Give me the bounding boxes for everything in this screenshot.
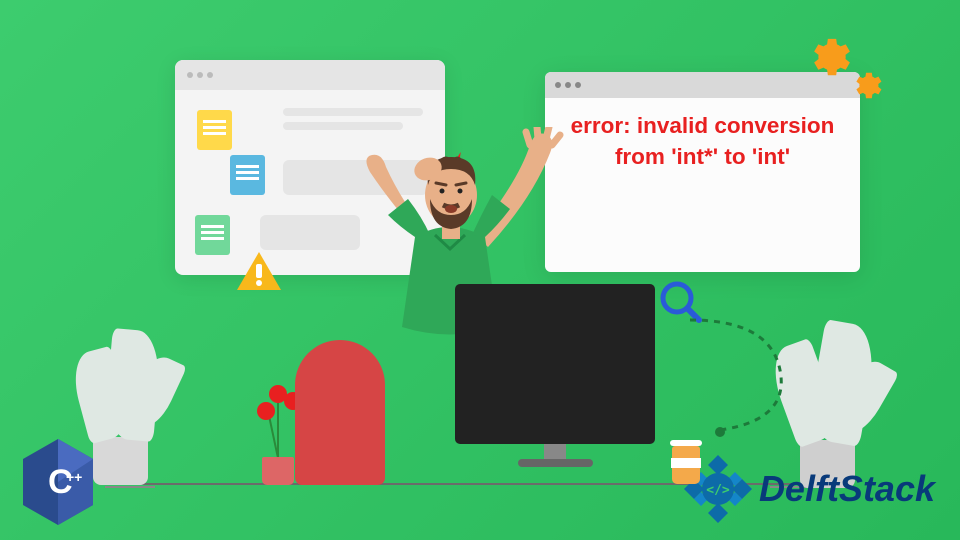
- svg-text:</>: </>: [706, 483, 730, 498]
- sticky-note-blue: [230, 155, 265, 195]
- svg-text:++: ++: [66, 469, 82, 485]
- coffee-cup: [672, 440, 702, 484]
- gear-icon-small: [850, 68, 885, 108]
- cpp-language-badge: C ++: [18, 437, 98, 532]
- error-message: error: invalid conversion from 'int*' to…: [545, 98, 860, 184]
- delftstack-brand: </> DelftStack: [682, 453, 935, 525]
- sticky-note-green: [195, 215, 230, 255]
- computer-monitor: [455, 284, 655, 467]
- warning-icon: [235, 250, 283, 297]
- gear-icon-large: [805, 32, 855, 87]
- error-window: error: invalid conversion from 'int*' to…: [545, 72, 860, 272]
- dashed-path: [680, 310, 830, 450]
- flowers: [262, 457, 294, 485]
- sticky-note-yellow: [197, 110, 232, 150]
- brand-name: DelftStack: [759, 468, 935, 510]
- plant-left: [93, 437, 148, 485]
